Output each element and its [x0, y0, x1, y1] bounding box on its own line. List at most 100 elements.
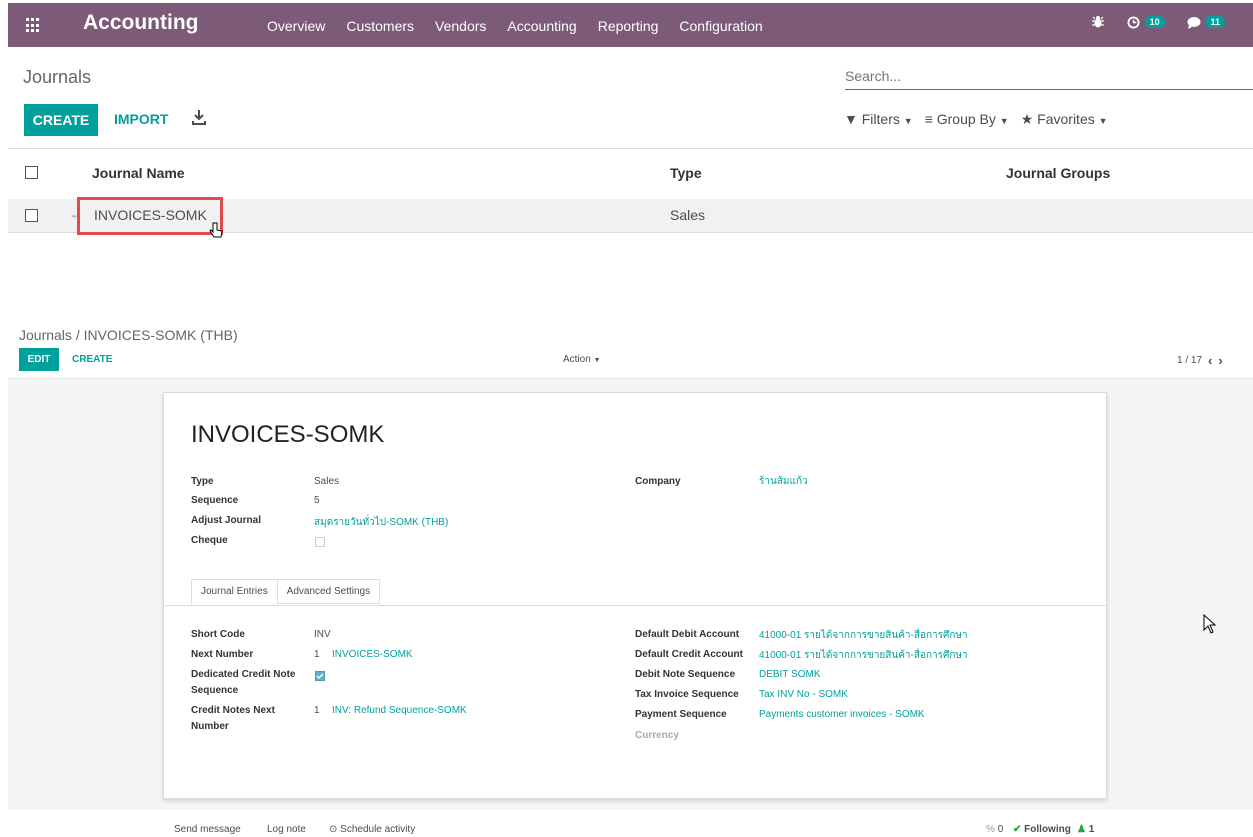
clock-icon: ⊙	[329, 824, 338, 835]
filters-dropdown[interactable]: ▼ Filters ▼	[844, 111, 913, 128]
field-label-credit-notes-next-2: Number	[191, 721, 229, 732]
send-message-button[interactable]: Send message	[174, 824, 241, 835]
apps-menu-icon[interactable]	[26, 18, 41, 33]
caret-down-icon: ▼	[593, 357, 601, 364]
row-checkbox[interactable]	[25, 209, 38, 222]
form-sheet: INVOICES-SOMK Type Sales Sequence 5 Adju…	[163, 392, 1107, 799]
field-label-credit-notes-next-1: Credit Notes Next	[191, 705, 275, 716]
clock-icon	[1127, 15, 1144, 32]
pager-value[interactable]: 1 / 17	[1177, 355, 1202, 366]
menu-accounting[interactable]: Accounting	[507, 18, 576, 34]
menu-vendors[interactable]: Vendors	[435, 18, 486, 34]
top-navbar: Accounting Overview Customers Vendors Ac…	[8, 3, 1253, 47]
field-label-cheque: Cheque	[191, 535, 228, 546]
action-dropdown[interactable]: Action ▼	[563, 354, 601, 365]
column-journal-groups[interactable]: Journal Groups	[1006, 165, 1110, 181]
column-type[interactable]: Type	[670, 165, 702, 181]
field-label-payment-seq: Payment Sequence	[635, 709, 727, 720]
field-value-type: Sales	[314, 476, 340, 487]
attachments-button[interactable]: % 0	[986, 824, 1003, 835]
schedule-activity-label: Schedule activity	[340, 824, 416, 835]
field-label-company: Company	[635, 476, 681, 487]
search-input[interactable]	[845, 64, 1253, 88]
schedule-activity-button[interactable]: ⊙ Schedule activity	[329, 824, 415, 835]
main-menu: Overview Customers Vendors Accounting Re…	[267, 18, 784, 34]
followers-button[interactable]: ♟ 1	[1077, 824, 1094, 835]
field-value-next-number: 1	[314, 649, 320, 660]
dedicated-credit-note-checkbox[interactable]	[315, 671, 325, 681]
field-value-debit-note-seq[interactable]: DEBIT SOMK	[759, 669, 821, 680]
menu-reporting[interactable]: Reporting	[598, 18, 659, 34]
tab-divider	[165, 605, 1106, 606]
field-value-tax-invoice-seq[interactable]: Tax INV No - SOMK	[759, 689, 848, 700]
favorites-dropdown[interactable]: ★ Favorites ▼	[1021, 111, 1108, 128]
mouse-pointer-icon	[1203, 613, 1217, 634]
create-button[interactable]: CREATE	[24, 104, 98, 136]
list-bars-icon: ≡	[924, 111, 933, 127]
paperclip-icon: %	[986, 824, 995, 835]
chevron-right-icon[interactable]: ›	[1218, 353, 1222, 368]
following-label: Following	[1024, 824, 1071, 835]
field-label-debit-note-seq: Debit Note Sequence	[635, 669, 736, 680]
action-label: Action	[563, 354, 591, 365]
select-all-checkbox[interactable]	[25, 166, 38, 179]
caret-down-icon: ▼	[903, 116, 913, 126]
breadcrumb-journals-link[interactable]: Journals	[19, 327, 72, 343]
messages-count-badge: 11	[1205, 15, 1225, 28]
table-header: Journal Name Type Journal Groups	[8, 150, 1253, 196]
hand-pointer-icon	[208, 222, 224, 240]
field-value-payment-seq[interactable]: Payments customer invoices - SOMK	[759, 709, 925, 720]
messages-menu[interactable]: 11	[1187, 15, 1225, 32]
groupby-dropdown[interactable]: ≡ Group By ▼	[925, 111, 1009, 128]
edit-button[interactable]: EDIT	[19, 348, 59, 371]
list-breadcrumb-title: Journals	[23, 67, 92, 87]
caret-down-icon: ▼	[999, 116, 1009, 126]
tab-advanced-settings[interactable]: Advanced Settings	[277, 579, 381, 604]
type-cell: Sales	[670, 207, 706, 223]
following-button[interactable]: ✔ Following	[1013, 824, 1071, 835]
chevron-left-icon[interactable]: ‹	[1208, 353, 1212, 368]
menu-configuration[interactable]: Configuration	[679, 18, 762, 34]
filter-funnel-icon: ▼	[844, 111, 858, 127]
field-value-short-code: INV	[314, 629, 331, 640]
activity-count-badge: 10	[1144, 15, 1165, 28]
field-value-default-credit[interactable]: 41000-01 รายได้จากการขายสินค้า-สื่อการศึ…	[759, 648, 968, 663]
field-label-tax-invoice-seq: Tax Invoice Sequence	[635, 689, 739, 700]
groupby-label: Group By	[936, 111, 996, 127]
field-value-credit-notes-sequence[interactable]: INV: Refund Sequence-SOMK	[332, 705, 467, 716]
favorites-label: Favorites	[1037, 111, 1095, 127]
debug-bug-icon[interactable]	[1091, 15, 1105, 32]
divider	[8, 148, 1253, 149]
import-button[interactable]: IMPORT	[114, 111, 168, 127]
field-value-next-number-sequence[interactable]: INVOICES-SOMK	[332, 649, 413, 660]
field-label-next-number: Next Number	[191, 649, 254, 660]
form-create-button[interactable]: CREATE	[72, 354, 112, 365]
field-value-default-debit[interactable]: 41000-01 รายได้จากการขายสินค้า-สื่อการศึ…	[759, 628, 968, 643]
menu-customers[interactable]: Customers	[346, 18, 414, 34]
tab-journal-entries[interactable]: Journal Entries	[191, 579, 278, 604]
field-label-default-credit: Default Credit Account	[635, 649, 743, 660]
log-note-button[interactable]: Log note	[267, 824, 306, 835]
breadcrumb-separator: /	[75, 327, 80, 343]
field-label-sequence: Sequence	[191, 495, 239, 506]
field-label-adjust-journal: Adjust Journal	[191, 515, 262, 526]
field-value-company[interactable]: ร้านส้มแก้ว	[759, 474, 808, 489]
search-options: ▼ Filters ▼ ≡ Group By ▼ ★ Favorites ▼	[844, 111, 1108, 128]
notebook-tabs: Journal Entries Advanced Settings	[191, 579, 381, 604]
activity-menu[interactable]: 10	[1127, 15, 1165, 32]
download-icon[interactable]	[192, 109, 206, 125]
user-icon: ♟	[1077, 824, 1086, 835]
menu-overview[interactable]: Overview	[267, 18, 325, 34]
check-icon: ✔	[1013, 824, 1022, 835]
app-title[interactable]: Accounting	[83, 11, 199, 35]
cheque-checkbox[interactable]	[315, 537, 325, 547]
pager: 1 / 17 ‹ ›	[1177, 353, 1223, 368]
field-value-sequence: 5	[314, 495, 320, 506]
systray: 10 11	[1091, 15, 1225, 32]
filters-label: Filters	[861, 111, 900, 127]
column-journal-name[interactable]: Journal Name	[92, 165, 185, 181]
star-icon: ★	[1020, 111, 1034, 127]
highlight-box	[77, 197, 223, 235]
attachments-count: 0	[997, 824, 1004, 835]
field-value-adjust-journal[interactable]: สมุดรายวันทั่วไป-SOMK (THB)	[314, 515, 448, 530]
